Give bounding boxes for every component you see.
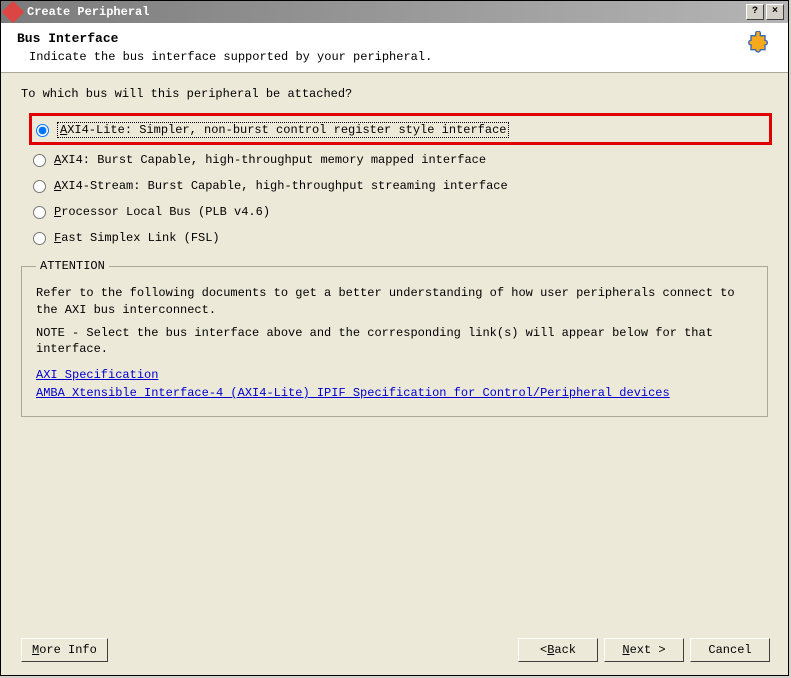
attention-para1: Refer to the following documents to get … [36, 285, 753, 319]
bus-radio-group: AXI4-Lite: Simpler, non-burst control re… [33, 113, 768, 253]
titlebar: Create Peripheral ? × [1, 1, 788, 23]
label-axi4stream: AXI4-Stream: Burst Capable, high-through… [54, 179, 508, 193]
back-button[interactable]: < Back [518, 638, 598, 662]
next-button[interactable]: Next > [604, 638, 684, 662]
label-axi4lite: AXI4-Lite: Simpler, non-burst control re… [57, 122, 509, 138]
page-title: Bus Interface [17, 31, 736, 46]
radio-row-plb[interactable]: Processor Local Bus (PLB v4.6) [33, 201, 768, 227]
window-title: Create Peripheral [27, 5, 744, 19]
radio-row-fsl[interactable]: Fast Simplex Link (FSL) [33, 227, 768, 253]
radio-axi4lite[interactable] [36, 124, 49, 137]
attention-legend: ATTENTION [36, 259, 109, 273]
cancel-button[interactable]: Cancel [690, 638, 770, 662]
footer-buttons: More Info < Back Next > Cancel [1, 638, 790, 672]
radio-axi4[interactable] [33, 154, 46, 167]
close-button[interactable]: × [766, 4, 784, 20]
question-label: To which bus will this peripheral be att… [21, 87, 768, 101]
radio-plb[interactable] [33, 206, 46, 219]
radio-fsl[interactable] [33, 232, 46, 245]
attention-para2: NOTE - Select the bus interface above an… [36, 325, 753, 359]
header-text-block: Bus Interface Indicate the bus interface… [17, 31, 736, 64]
page-subtitle: Indicate the bus interface supported by … [29, 50, 736, 64]
app-icon [2, 1, 25, 24]
wizard-header: Bus Interface Indicate the bus interface… [1, 23, 788, 73]
radio-row-axi4stream[interactable]: AXI4-Stream: Burst Capable, high-through… [33, 175, 768, 201]
radio-row-axi4[interactable]: AXI4: Burst Capable, high-throughput mem… [33, 149, 768, 175]
dialog-window: Create Peripheral ? × Bus Interface Indi… [0, 0, 789, 676]
help-button[interactable]: ? [746, 4, 764, 20]
attention-box: ATTENTION Refer to the following documen… [21, 259, 768, 417]
radio-axi4stream[interactable] [33, 180, 46, 193]
label-axi4: AXI4: Burst Capable, high-throughput mem… [54, 153, 486, 167]
selected-highlight: AXI4-Lite: Simpler, non-burst control re… [29, 113, 772, 145]
radio-row-axi4lite[interactable]: AXI4-Lite: Simpler, non-burst control re… [36, 118, 765, 140]
link-axi-spec[interactable]: AXI Specification [36, 368, 158, 382]
puzzle-icon [744, 31, 772, 59]
label-plb: Processor Local Bus (PLB v4.6) [54, 205, 270, 219]
content-area: To which bus will this peripheral be att… [1, 73, 788, 423]
more-info-button[interactable]: More Info [21, 638, 108, 662]
link-amba-ipif-spec[interactable]: AMBA Xtensible Interface-4 (AXI4-Lite) I… [36, 386, 670, 400]
label-fsl: Fast Simplex Link (FSL) [54, 231, 220, 245]
